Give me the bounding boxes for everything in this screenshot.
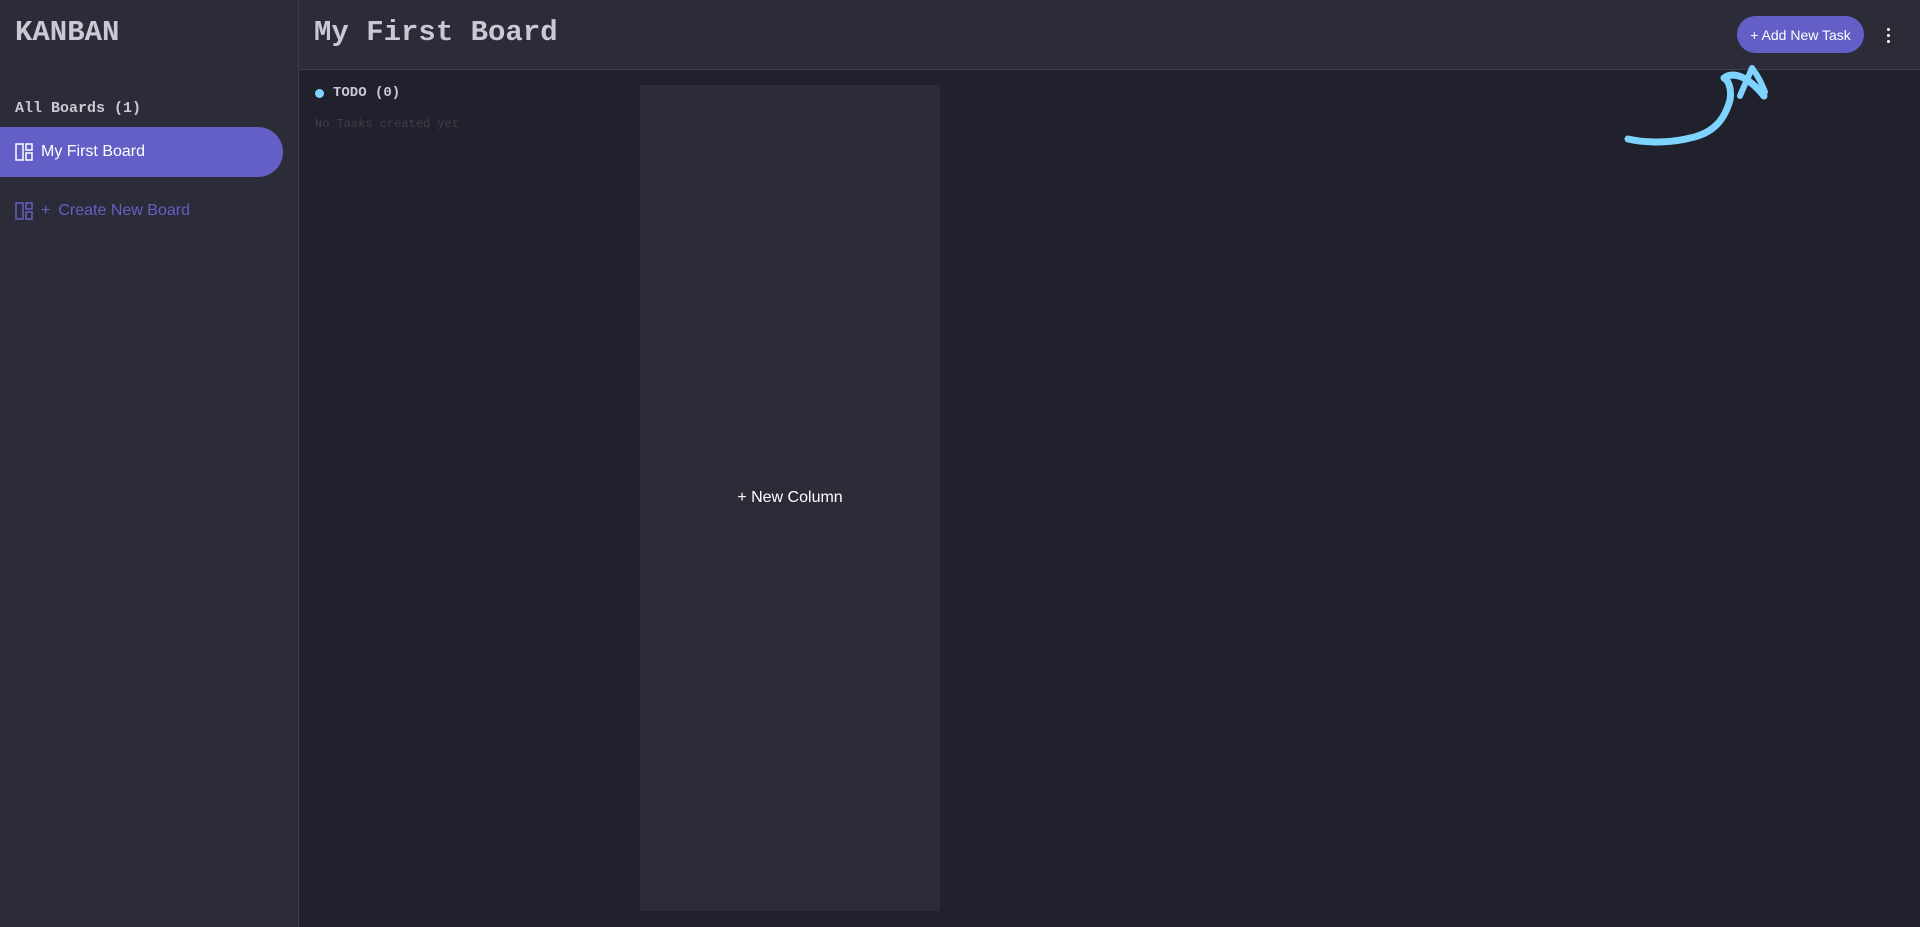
new-column-label: + New Column <box>737 489 843 506</box>
vertical-ellipsis-icon[interactable] <box>1883 23 1893 47</box>
app-logo: KANBAN <box>15 16 120 49</box>
page-title: My First Board <box>314 16 558 49</box>
create-new-board-button[interactable]: + Create New Board <box>0 196 190 226</box>
column-status-dot <box>315 88 324 98</box>
all-boards-heading: All Boards (1) <box>15 100 142 117</box>
board-icon <box>15 143 33 161</box>
new-column-button[interactable]: + New Column <box>640 85 940 911</box>
column-todo: TODO (0) No Tasks created yet <box>315 85 615 131</box>
board-icon <box>15 202 33 220</box>
column-header: TODO (0) <box>315 85 615 101</box>
column-title: TODO (0) <box>333 85 401 101</box>
create-board-label: Create New Board <box>58 202 190 219</box>
sidebar-item-my-first-board[interactable]: My First Board <box>0 127 283 177</box>
header: My First Board + Add New Task <box>299 0 1920 70</box>
sidebar-item-label: My First Board <box>41 143 146 160</box>
plus-icon: + <box>41 202 51 219</box>
column-empty-message: No Tasks created yet <box>315 117 460 131</box>
sidebar: KANBAN All Boards (1) My First Board + C… <box>0 0 299 927</box>
add-new-task-button[interactable]: + Add New Task <box>1737 16 1864 53</box>
app-root: KANBAN All Boards (1) My First Board + C… <box>0 0 1920 927</box>
annotation-arrow-icon <box>1624 65 1768 146</box>
